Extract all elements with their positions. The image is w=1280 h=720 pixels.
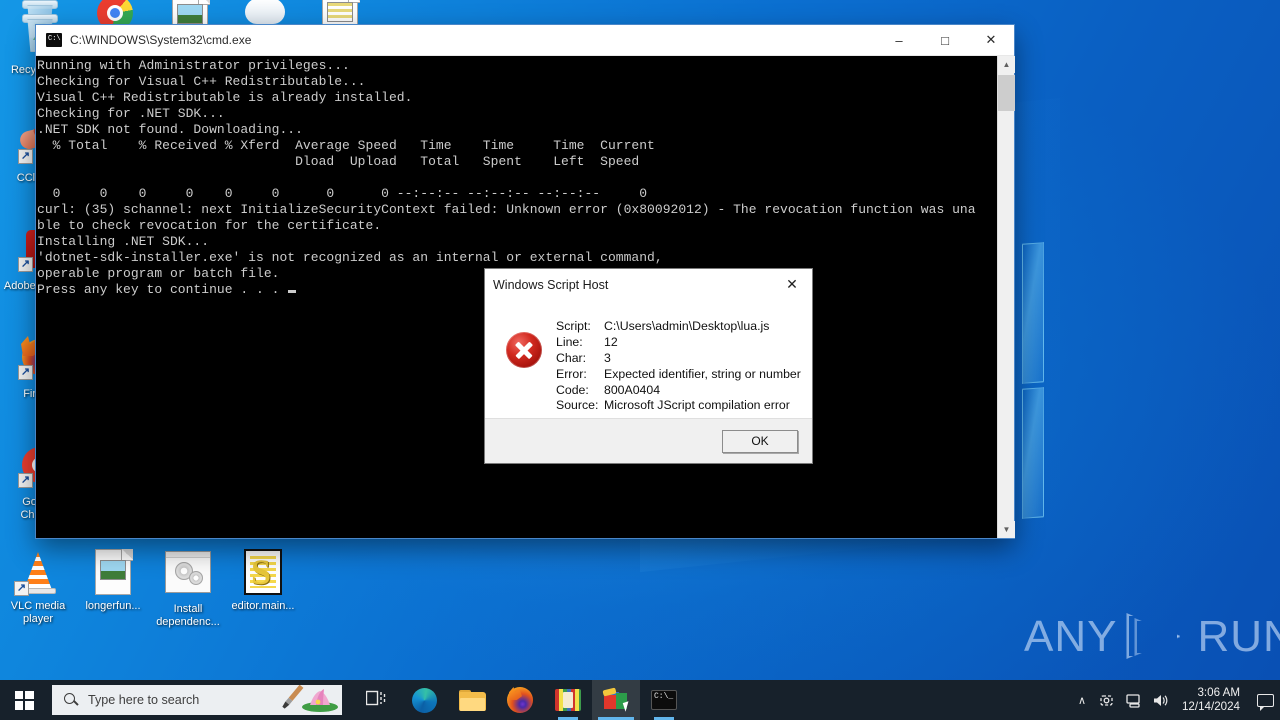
volume-icon[interactable] (1148, 680, 1174, 720)
anyrun-watermark: ANY RUN (1024, 612, 1280, 662)
clock-date: 12/14/2024 (1181, 700, 1240, 713)
detail-value: 3 (604, 350, 611, 365)
shortcut-arrow-icon: ↗ (14, 581, 29, 596)
detail-row: Error: Expected identifier, string or nu… (556, 366, 801, 384)
task-view-button[interactable] (352, 680, 400, 720)
edge-icon (411, 687, 437, 713)
taskbar-item-microsoft-edge[interactable] (400, 680, 448, 720)
detail-value: Expected identifier, string or number (604, 366, 801, 381)
notifications-icon (1256, 693, 1274, 711)
error-details: Script: C:\Users\admin\Desktop\lua.js Li… (556, 319, 801, 420)
play-triangle-icon (1126, 613, 1188, 661)
detail-key: Line: (556, 334, 583, 349)
desktop-icon-longerfun[interactable]: longerfun... (75, 548, 151, 613)
show-hidden-icons-chevron-icon[interactable]: ∧ (1068, 680, 1096, 720)
installer-exe-icon (164, 551, 212, 599)
minimize-button[interactable]: – (876, 25, 922, 56)
winrar-icon (555, 689, 581, 711)
scrollbar-track[interactable] (998, 73, 1015, 521)
dialog-title: Windows Script Host (493, 277, 609, 292)
cmd-title-bar[interactable]: C:\ C:\WINDOWS\System32\cmd.exe – □ ✕ (36, 25, 1014, 56)
desktop-icon-label: editor.main... (231, 600, 295, 612)
dialog-content: Script: C:\Users\admin\Desktop\lua.js Li… (485, 300, 812, 420)
wallpaper-streak (1022, 387, 1044, 519)
search-icon (64, 692, 79, 708)
script-file-icon: S (239, 548, 287, 596)
shortcut-arrow-icon: ↗ (18, 473, 33, 488)
network-icon[interactable] (1122, 680, 1148, 720)
close-button[interactable]: ✕ (968, 25, 1014, 56)
dialog-footer: OK (485, 418, 812, 463)
detail-key: Code: (556, 382, 589, 397)
clock[interactable]: 3:06 AM 12/14/2024 (1174, 680, 1250, 720)
detail-key: Char: (556, 350, 587, 365)
watermark-run-text: RUN (1197, 612, 1280, 661)
desktop-icon-label: VLC media player (10, 600, 66, 625)
shortcut-arrow-icon: ↗ (18, 257, 33, 272)
error-icon (506, 332, 542, 368)
shortcut-arrow-icon: ↗ (18, 365, 33, 380)
record-icon[interactable] (1096, 680, 1122, 720)
scroll-down-arrow-icon[interactable]: ▼ (998, 521, 1015, 538)
taskbar-item-command-prompt[interactable]: C:\_ (640, 680, 688, 720)
detail-row: Source: Microsoft JScript compilation er… (556, 399, 801, 415)
paint-3d-icon (602, 687, 632, 712)
console-scrollbar[interactable]: ▲ ▼ (997, 56, 1015, 538)
detail-value: 800A0404 (604, 382, 661, 397)
dialog-title-bar[interactable]: Windows Script Host ✕ (485, 269, 812, 300)
detail-value: C:\Users\admin\Desktop\lua.js (604, 319, 770, 333)
clock-time: 3:06 AM (1197, 686, 1240, 699)
taskbar-item-file-explorer[interactable] (448, 680, 496, 720)
firefox-icon (507, 687, 533, 713)
taskbar: Type here to search C:\_ ∧ 3:06 AM 12/14… (0, 680, 1280, 720)
detail-value: 12 (604, 334, 618, 349)
scroll-up-arrow-icon[interactable]: ▲ (998, 56, 1015, 73)
detail-row: Line: 12 (556, 334, 801, 352)
wallpaper-streak (1022, 242, 1044, 384)
desktop-icon-vlc-media-player[interactable]: ↗ VLC media player (0, 548, 76, 626)
file-explorer-icon (458, 689, 486, 711)
scrollbar-thumb[interactable] (998, 75, 1015, 111)
desktop-icon-label: longerfun... (85, 600, 141, 612)
taskbar-item-firefox[interactable] (496, 680, 544, 720)
console-caret (288, 290, 297, 294)
search-input[interactable]: Type here to search (52, 685, 342, 715)
detail-row: Code: 800A0404 (556, 382, 801, 400)
task-view-icon (365, 689, 386, 712)
windows-script-host-dialog[interactable]: Windows Script Host ✕ Script: C:\Users\a… (484, 268, 813, 464)
dialog-close-icon[interactable]: ✕ (772, 270, 812, 300)
cmd-window-title: C:\WINDOWS\System32\cmd.exe (70, 33, 252, 47)
vlc-icon: ↗ (14, 548, 62, 596)
desktop-icon-install-dependencies[interactable]: Install dependenc... (150, 548, 226, 629)
search-placeholder: Type here to search (88, 693, 200, 707)
action-center-button[interactable] (1250, 680, 1280, 720)
cortana-lotus-icon (272, 685, 342, 715)
windows-logo-icon (14, 690, 34, 710)
cmd-icon: C:\ (46, 33, 62, 47)
taskbar-item-winrar[interactable] (544, 680, 592, 720)
system-tray: ∧ 3:06 AM 12/14/2024 (1068, 680, 1280, 720)
detail-key: Script: (556, 319, 591, 333)
detail-row: Char: 3 (556, 350, 801, 368)
start-button[interactable] (0, 680, 48, 720)
detail-value: Microsoft JScript compilation error (604, 398, 790, 413)
ok-button[interactable]: OK (722, 429, 798, 453)
cmd-icon: C:\_ (651, 690, 677, 710)
detail-key: Error: (556, 366, 587, 381)
taskbar-item-paint-3d[interactable] (592, 680, 640, 720)
desktop-icon-label: Install dependenc... (156, 603, 220, 628)
image-file-icon (89, 548, 137, 596)
shortcut-arrow-icon: ↗ (18, 149, 33, 164)
maximize-button[interactable]: □ (922, 25, 968, 56)
desktop-icon-editor-main[interactable]: S editor.main... (225, 548, 301, 613)
watermark-any-text: ANY (1024, 612, 1118, 661)
detail-row: Script: C:\Users\admin\Desktop\lua.js (556, 319, 801, 336)
detail-key: Source: (556, 398, 599, 413)
